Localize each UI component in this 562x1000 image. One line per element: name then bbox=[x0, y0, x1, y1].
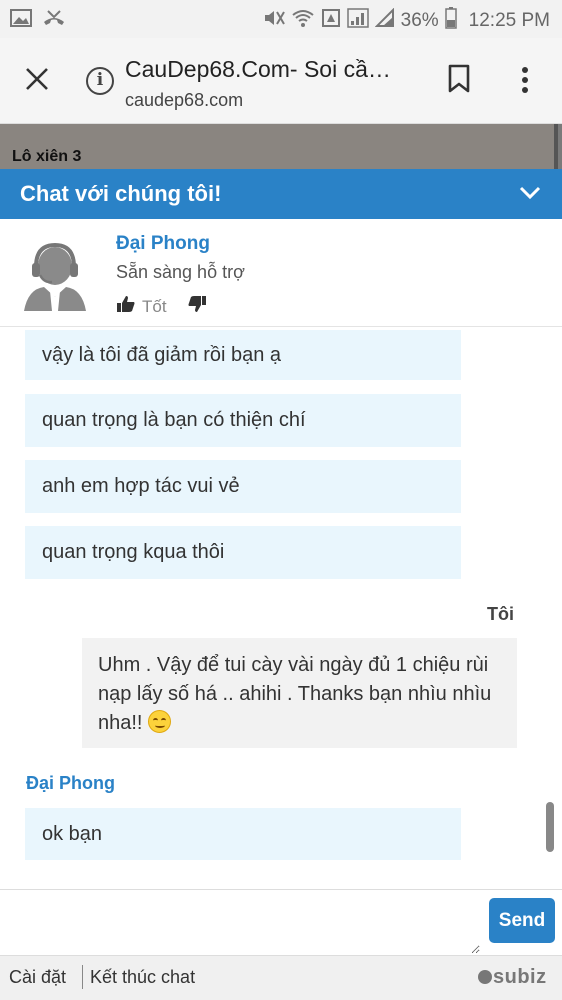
chat-header[interactable]: Chat với chúng tôi! bbox=[0, 169, 562, 219]
send-button[interactable]: Send bbox=[489, 898, 555, 943]
cell-signal-icon bbox=[374, 7, 395, 33]
avatar bbox=[22, 239, 88, 311]
agent-sender-label: Đại Phong bbox=[26, 773, 115, 793]
end-chat-link[interactable]: Kết thúc chat bbox=[90, 967, 195, 988]
page-url[interactable]: caudep68.com bbox=[125, 90, 243, 111]
close-icon[interactable] bbox=[22, 64, 52, 94]
subiz-logo[interactable]: subiz bbox=[478, 966, 547, 989]
status-bar: 36% 12:25 PM bbox=[0, 0, 562, 38]
gallery-icon bbox=[10, 8, 32, 33]
message-scrollbar[interactable] bbox=[546, 802, 554, 852]
agent-message: quan trọng là bạn có thiện chí bbox=[25, 394, 461, 447]
more-options-icon[interactable] bbox=[514, 64, 536, 96]
thumbs-down-icon[interactable] bbox=[187, 295, 207, 318]
signal-icon bbox=[346, 8, 369, 33]
page-heading: Lô xiên 3 bbox=[12, 148, 82, 165]
battery-icon bbox=[444, 7, 457, 34]
agent-rating: Tốt bbox=[116, 295, 207, 318]
agent-message: anh em hợp tác vui vẻ bbox=[25, 460, 461, 513]
page-title: CauDep68.Com- Soi cầ… bbox=[125, 56, 391, 82]
my-message: Uhm . Vậy để tui cày vài ngày đủ 1 chiệu… bbox=[82, 638, 517, 748]
footer-divider bbox=[82, 965, 83, 989]
browser-toolbar: i CauDep68.Com- Soi cầ… caudep68.com bbox=[0, 38, 562, 124]
thumbs-up-icon[interactable] bbox=[116, 295, 136, 318]
agent-message: vậy là tôi đã giảm rồi bạn ạ bbox=[25, 330, 461, 380]
page-content-strip: Lô xiên 3 bbox=[0, 124, 558, 174]
rate-good-label[interactable]: Tốt bbox=[142, 297, 167, 317]
mute-icon bbox=[263, 8, 285, 33]
chat-bubble-icon bbox=[478, 970, 492, 984]
chat-footer: Cài đặt Kết thúc chat subiz bbox=[0, 955, 562, 1000]
data-saver-icon bbox=[321, 8, 341, 33]
smile-emoji-icon bbox=[148, 710, 172, 733]
agent-message: quan trọng kqua thôi bbox=[25, 526, 461, 579]
chat-title: Chat với chúng tôi! bbox=[20, 181, 222, 206]
missed-call-icon bbox=[42, 8, 66, 33]
page-background: Lô xiên 3 bbox=[0, 124, 562, 174]
agent-message: ok bạn bbox=[25, 808, 461, 860]
composer: Send bbox=[0, 889, 562, 955]
my-sender-label: Tôi bbox=[487, 604, 514, 624]
bookmark-icon[interactable] bbox=[448, 64, 470, 94]
brand-name: subiz bbox=[493, 966, 547, 988]
battery-percent: 36% bbox=[400, 9, 439, 31]
message-list[interactable]: vậy là tôi đã giảm rồi bạn ạ quan trọng … bbox=[0, 327, 562, 889]
settings-link[interactable]: Cài đặt bbox=[9, 967, 66, 988]
agent-status: Sẵn sàng hỗ trợ bbox=[116, 262, 245, 282]
chevron-down-icon[interactable] bbox=[518, 183, 542, 203]
clock: 12:25 PM bbox=[468, 9, 550, 31]
info-icon[interactable]: i bbox=[86, 67, 114, 95]
wifi-icon bbox=[291, 8, 315, 33]
message-input[interactable] bbox=[0, 890, 480, 954]
agent-name: Đại Phong bbox=[116, 233, 210, 254]
agent-panel: Đại Phong Sẵn sàng hỗ trợ Tốt bbox=[0, 219, 562, 327]
